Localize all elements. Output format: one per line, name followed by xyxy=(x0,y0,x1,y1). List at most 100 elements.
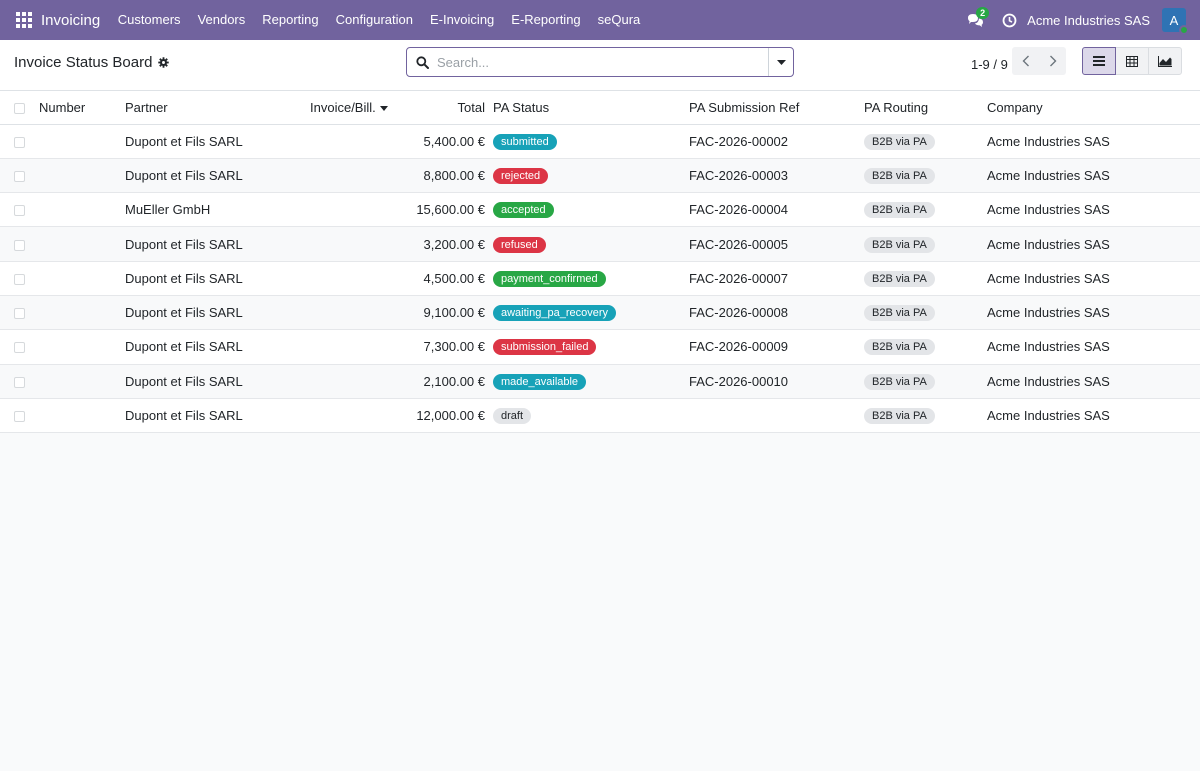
navbar-systray: 2 Acme Industries SAS A xyxy=(965,0,1200,40)
cell-pa-status: awaiting_pa_recovery xyxy=(493,295,689,331)
cell-number xyxy=(39,226,125,262)
graph-view-icon xyxy=(1158,55,1172,67)
cell-partner: Dupont et Fils SARL xyxy=(125,398,310,434)
cell-pa-submission-ref xyxy=(689,398,864,434)
routing-tag: B2B via PA xyxy=(864,305,935,322)
column-header-pa-status[interactable]: PA Status xyxy=(493,91,689,125)
table-row[interactable]: Dupont et Fils SARL 9,100.00 € awaiting_pa… xyxy=(0,295,1200,331)
row-select-cell xyxy=(0,124,39,159)
cell-pa-status: accepted xyxy=(493,192,689,228)
column-header-number[interactable]: Number xyxy=(39,91,125,125)
column-header-total[interactable]: Total xyxy=(410,91,493,125)
pivot-view-icon xyxy=(1126,55,1138,67)
cell-pa-status: submission_failed xyxy=(493,329,689,365)
routing-tag: B2B via PA xyxy=(864,133,935,150)
row-checkbox[interactable] xyxy=(14,171,25,182)
pager-previous-button[interactable] xyxy=(1012,47,1039,75)
row-checkbox[interactable] xyxy=(14,273,25,285)
search-input[interactable] xyxy=(437,48,768,76)
row-checkbox[interactable] xyxy=(14,205,25,217)
top-navbar: Invoicing Customers Vendors Reporting Co… xyxy=(0,0,1200,40)
cell-total: 4,500.00 € xyxy=(410,261,493,296)
cell-total: 7,300.00 € xyxy=(410,329,493,365)
cell-pa-routing: B2B via PA xyxy=(864,261,987,296)
cell-number xyxy=(39,329,125,365)
column-header-company[interactable]: Company xyxy=(987,91,1200,125)
cell-pa-submission-ref: FAC-2026-00002 xyxy=(689,124,864,159)
cell-total: 15,600.00 € xyxy=(410,192,493,228)
menu-item-reporting[interactable]: Reporting xyxy=(254,0,327,40)
row-select-cell xyxy=(0,398,39,434)
pager-value[interactable]: 1-9 / 9 xyxy=(971,57,1008,72)
row-select-cell xyxy=(0,364,39,399)
apps-grid-icon[interactable] xyxy=(16,12,32,28)
cell-invoice-bill xyxy=(310,124,410,159)
row-checkbox[interactable] xyxy=(14,411,25,423)
cell-invoice-bill xyxy=(310,192,410,228)
menu-item-vendors[interactable]: Vendors xyxy=(189,0,254,40)
row-checkbox[interactable] xyxy=(14,136,25,148)
activity-button[interactable] xyxy=(1001,12,1017,28)
row-select-cell xyxy=(0,329,39,365)
search-options-toggle[interactable] xyxy=(768,48,793,76)
company-switcher[interactable]: Acme Industries SAS xyxy=(1027,13,1150,28)
routing-tag: B2B via PA xyxy=(864,167,935,184)
menu-item-configuration[interactable]: Configuration xyxy=(327,0,421,40)
row-select-cell xyxy=(0,158,39,194)
invoice-table: Number Partner Invoice/Bill. Total PA St… xyxy=(0,91,1200,434)
cell-pa-status: submitted xyxy=(493,124,689,159)
menu-item-e-reporting[interactable]: E-Reporting xyxy=(503,0,589,40)
cell-pa-status: made_available xyxy=(493,364,689,399)
menu-item-customers[interactable]: Customers xyxy=(109,0,189,40)
table-row[interactable]: MuEller GmbH 15,600.00 € accepted FAC-2026-… xyxy=(0,192,1200,228)
cell-total: 9,100.00 € xyxy=(410,295,493,331)
user-status-dot xyxy=(1179,25,1189,35)
table-row[interactable]: Dupont et Fils SARL 8,800.00 € rejected FAC… xyxy=(0,158,1200,194)
table-row[interactable]: Dupont et Fils SARL 2,100.00 € made_availa… xyxy=(0,364,1200,399)
gear-icon[interactable] xyxy=(158,57,170,68)
cell-number xyxy=(39,192,125,228)
pivot-view-button[interactable] xyxy=(1115,47,1149,75)
graph-view-button[interactable] xyxy=(1148,47,1182,75)
cell-partner: Dupont et Fils SARL xyxy=(125,226,310,262)
row-checkbox[interactable] xyxy=(14,308,25,320)
select-all-cell xyxy=(0,91,39,125)
row-checkbox[interactable] xyxy=(14,239,25,251)
status-badge: submission_failed xyxy=(493,339,597,356)
cell-pa-status: draft xyxy=(493,398,689,434)
list-view-button[interactable] xyxy=(1082,47,1116,75)
chat-button[interactable]: 2 xyxy=(965,7,990,30)
row-checkbox[interactable] xyxy=(14,376,25,388)
select-all-checkbox[interactable] xyxy=(14,102,25,114)
table-row[interactable]: Dupont et Fils SARL 7,300.00 € submission_… xyxy=(0,329,1200,365)
cell-invoice-bill xyxy=(310,226,410,262)
table-row[interactable]: Dupont et Fils SARL 3,200.00 € refused FAC-… xyxy=(0,226,1200,262)
pager-next-button[interactable] xyxy=(1039,47,1066,75)
column-header-invoice-bill[interactable]: Invoice/Bill. xyxy=(310,91,410,125)
chevron-left-icon xyxy=(1022,55,1029,67)
menu-item-e-invoicing[interactable]: E-Invoicing xyxy=(421,0,502,40)
app-name[interactable]: Invoicing xyxy=(41,12,100,29)
cell-partner: MuEller GmbH xyxy=(125,192,310,228)
cell-partner: Dupont et Fils SARL xyxy=(125,329,310,365)
routing-tag: B2B via PA xyxy=(864,202,935,219)
column-header-partner[interactable]: Partner xyxy=(125,91,310,125)
search-bar xyxy=(406,47,794,77)
menu-item-sequra[interactable]: seQura xyxy=(589,0,649,40)
table-row[interactable]: Dupont et Fils SARL 12,000.00 € draft B2B v… xyxy=(0,398,1200,434)
routing-tag: B2B via PA xyxy=(864,408,935,425)
cell-pa-submission-ref: FAC-2026-00003 xyxy=(689,158,864,194)
table-row[interactable]: Dupont et Fils SARL 5,400.00 € submitted FA… xyxy=(0,124,1200,159)
cell-pa-routing: B2B via PA xyxy=(864,226,987,262)
column-header-pa-submission-ref[interactable]: PA Submission Ref xyxy=(689,91,864,125)
status-badge: payment_confirmed xyxy=(493,270,606,287)
row-checkbox[interactable] xyxy=(14,342,25,354)
status-badge: made_available xyxy=(493,373,587,390)
cell-pa-routing: B2B via PA xyxy=(864,124,987,159)
table-row[interactable]: Dupont et Fils SARL 4,500.00 € payment_con… xyxy=(0,261,1200,296)
cell-total: 5,400.00 € xyxy=(410,124,493,159)
column-header-pa-routing[interactable]: PA Routing xyxy=(864,91,987,125)
cell-invoice-bill xyxy=(310,261,410,296)
cell-invoice-bill xyxy=(310,398,410,434)
user-avatar[interactable]: A xyxy=(1162,8,1189,35)
